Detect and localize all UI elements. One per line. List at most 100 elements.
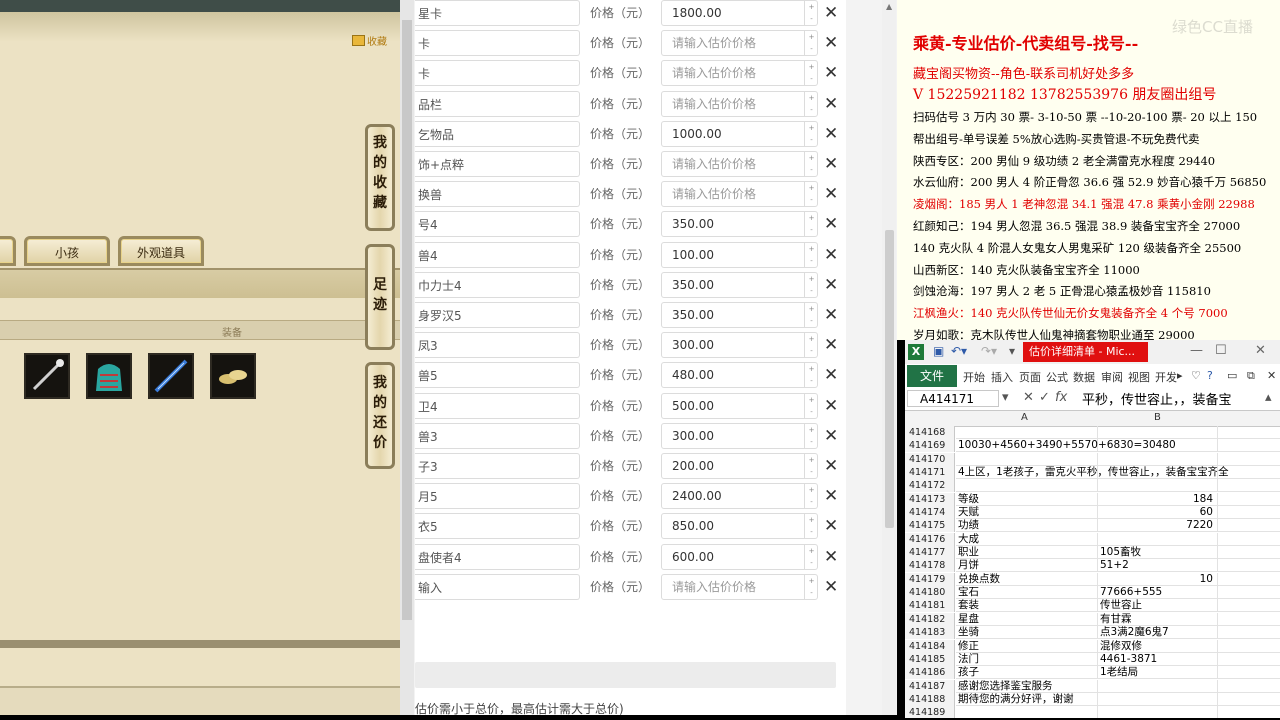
item-name-field[interactable]: 乞物品 (415, 120, 580, 147)
stepper-up-icon[interactable]: + (809, 63, 815, 71)
ribbon-minimize-icon[interactable]: ▭ (1227, 369, 1237, 382)
cancel-entry-icon[interactable]: ✕ (1023, 390, 1034, 405)
row-number[interactable]: 414170 (905, 452, 955, 466)
stepper-up-icon[interactable]: + (809, 577, 815, 585)
remove-row-icon[interactable]: ✕ (824, 455, 838, 477)
price-input[interactable]: 300.00 (661, 422, 818, 449)
remove-row-icon[interactable]: ✕ (824, 304, 838, 326)
cell-b[interactable] (1098, 679, 1218, 693)
price-stepper[interactable]: + - (804, 1, 818, 25)
game-tab-appearance[interactable]: 外观道具 (118, 236, 204, 266)
price-stepper[interactable]: + - (804, 484, 818, 509)
insert-function-icon[interactable]: fx (1055, 390, 1067, 405)
stepper-up-icon[interactable]: + (809, 124, 815, 132)
close-icon[interactable]: ✕ (1255, 343, 1266, 358)
game-tab-partial[interactable] (0, 236, 16, 266)
remove-row-icon[interactable]: ✕ (824, 515, 838, 537)
cell-c[interactable] (1218, 706, 1280, 718)
stepper-down-icon[interactable]: - (810, 196, 813, 204)
file-tab[interactable]: 文件 (907, 365, 957, 387)
row-number[interactable]: 414183 (905, 626, 955, 640)
cell-c[interactable] (1218, 626, 1280, 640)
cell-c[interactable] (1218, 666, 1280, 680)
row-number[interactable]: 414184 (905, 639, 955, 653)
cell-a[interactable]: 法门 (956, 652, 1098, 666)
stepper-down-icon[interactable]: - (810, 589, 813, 597)
stepper-up-icon[interactable]: + (809, 396, 815, 404)
item-name-field[interactable]: 输入 (415, 573, 580, 600)
stepper-down-icon[interactable]: - (810, 15, 813, 23)
row-number[interactable]: 414174 (905, 506, 955, 520)
cell-c[interactable] (1218, 479, 1280, 493)
ribbon-tab-review[interactable]: 审阅 (1101, 369, 1123, 385)
help-icon[interactable]: ? (1207, 369, 1213, 382)
row-number[interactable]: 414173 (905, 492, 955, 506)
stepper-up-icon[interactable]: + (809, 547, 815, 555)
row-number[interactable]: 414186 (905, 666, 955, 680)
item-name-field[interactable]: 月5 (415, 483, 580, 510)
cell-a[interactable]: 大成 (956, 532, 1098, 546)
cell-c[interactable] (1218, 453, 1280, 466)
ribbon-tab-formulas[interactable]: 公式 (1046, 369, 1068, 385)
row-number[interactable]: 414187 (905, 679, 955, 693)
cell-a[interactable]: 宝石 (956, 586, 1098, 600)
cell-a[interactable] (956, 706, 1098, 718)
price-stepper[interactable]: + - (804, 91, 818, 116)
ribbon-tab-insert[interactable]: 插入 (991, 369, 1013, 385)
remove-row-icon[interactable]: ✕ (824, 2, 838, 24)
cell-b[interactable]: 7220 (1098, 519, 1218, 533)
row-number[interactable]: 414188 (905, 692, 955, 706)
cell-b[interactable] (1098, 479, 1218, 493)
cell-b[interactable] (1098, 706, 1218, 718)
stepper-down-icon[interactable]: - (810, 528, 813, 536)
stepper-up-icon[interactable]: + (809, 335, 815, 343)
stepper-down-icon[interactable]: - (810, 408, 813, 416)
stepper-down-icon[interactable]: - (810, 468, 813, 476)
column-header-b[interactable]: B (1154, 412, 1161, 423)
price-input[interactable]: 850.00 (661, 513, 818, 540)
ribbon-tab-view[interactable]: 视图 (1128, 369, 1150, 385)
stepper-down-icon[interactable]: - (810, 287, 813, 295)
heart-icon[interactable]: ♡ (1191, 369, 1201, 382)
cell-c[interactable] (1218, 680, 1280, 693)
item-name-field[interactable]: 品栏 (415, 90, 580, 117)
stepper-up-icon[interactable]: + (809, 94, 815, 102)
price-input[interactable]: 100.00 (661, 241, 818, 268)
remove-row-icon[interactable]: ✕ (824, 364, 838, 386)
cell-a[interactable]: 等级 (956, 492, 1098, 506)
cell-b[interactable]: 点3满2魔6鬼7 (1098, 626, 1218, 640)
price-stepper[interactable]: + - (804, 363, 818, 388)
column-header-a[interactable]: A (1021, 412, 1028, 423)
item-name-field[interactable]: 兽3 (415, 422, 580, 449)
cell-c[interactable] (1218, 599, 1280, 613)
my-counteroffer-button[interactable]: 我的还价 (365, 362, 395, 469)
item-name-field[interactable]: 巾力士4 (415, 271, 580, 298)
cell-a[interactable] (956, 479, 1098, 493)
maximize-icon[interactable]: ☐ (1215, 343, 1227, 358)
item-name-field[interactable]: 兽5 (415, 362, 580, 389)
price-input[interactable]: 1800.00 (661, 0, 818, 26)
price-stepper[interactable]: + - (804, 182, 818, 207)
price-input[interactable]: 2400.00 (661, 483, 818, 510)
cell-b[interactable]: 4461-3871 (1098, 652, 1218, 666)
stepper-down-icon[interactable]: - (810, 438, 813, 446)
row-number[interactable]: 414176 (905, 532, 955, 546)
price-input[interactable]: 请输入估价价格 (661, 60, 818, 87)
price-stepper[interactable]: + - (804, 544, 818, 569)
ribbon-tab-layout[interactable]: 页面 (1019, 369, 1041, 385)
cell-c[interactable] (1218, 546, 1280, 560)
stepper-down-icon[interactable]: - (810, 257, 813, 265)
scroll-up-arrow-icon[interactable]: ▲ (886, 2, 892, 11)
remove-row-icon[interactable]: ✕ (824, 62, 838, 84)
cell-a[interactable]: 职业 (956, 546, 1098, 560)
form-scrollbar-thumb[interactable] (885, 230, 894, 528)
cell-b[interactable]: 77666+555 (1098, 586, 1218, 600)
stepper-down-icon[interactable]: - (810, 559, 813, 567)
cell-b[interactable]: 传世容止 (1098, 599, 1218, 613)
item-name-field[interactable]: 身罗汉5 (415, 302, 580, 328)
game-tab-child[interactable]: 小孩 (24, 236, 110, 266)
item-name-field[interactable]: 换兽 (415, 181, 580, 208)
row-number[interactable]: 414177 (905, 546, 955, 560)
favorite-link[interactable]: 收藏 (352, 33, 387, 48)
price-stepper[interactable]: + - (804, 152, 818, 176)
